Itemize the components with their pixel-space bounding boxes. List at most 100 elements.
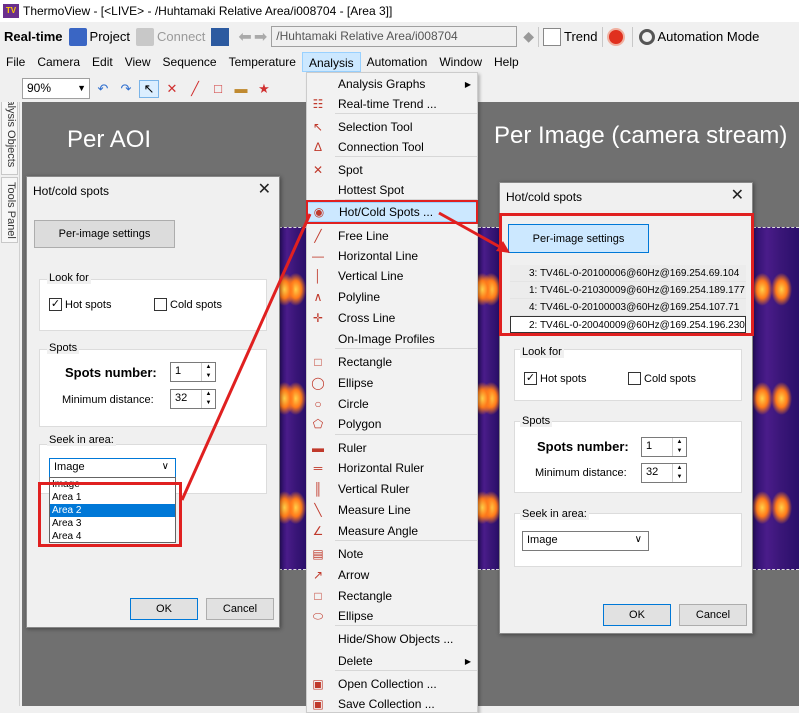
cold-spots-label: Cold spots: [644, 372, 696, 385]
zoom-select[interactable]: 90% ▼: [22, 78, 90, 99]
analysis-menu-item[interactable]: ╱ Free Line: [307, 226, 477, 246]
analysis-menu-item[interactable]: Hottest Spot: [307, 180, 477, 200]
spots-group-label: Spots: [47, 342, 80, 354]
stepper-arrows-icon[interactable]: ▲ ▼: [672, 464, 686, 482]
submenu-arrow-icon: ▶: [464, 79, 471, 89]
analysis-menu-item-label: Polyline: [338, 290, 381, 304]
analysis-menu-item[interactable]: ▣ Save Collection ...: [307, 694, 477, 713]
menu-view[interactable]: View: [119, 52, 157, 72]
menu-sequence[interactable]: Sequence: [157, 52, 223, 72]
analysis-menu-item[interactable]: — Horizontal Line: [307, 246, 477, 266]
menu-edit[interactable]: Edit: [86, 52, 119, 72]
rectangle-tool-icon[interactable]: □: [208, 80, 228, 98]
menu-file[interactable]: File: [0, 52, 31, 72]
spots-number-stepper[interactable]: 1 ▲ ▼: [641, 437, 687, 457]
hot-spots-checkbox[interactable]: ✓ Hot spots: [49, 298, 111, 311]
analysis-menu-item[interactable]: ∧ Polyline: [307, 287, 477, 307]
menu-temperature[interactable]: Temperature: [223, 52, 302, 72]
hot-spots-checkbox[interactable]: ✓ Hot spots: [524, 372, 586, 385]
window-title: ThermoView - [<LIVE> - /Huhtamaki Relati…: [23, 4, 393, 18]
per-image-settings-button[interactable]: Per-image settings: [34, 220, 175, 248]
highlight-box-menu-item: [306, 200, 478, 224]
look-for-label: Look for: [520, 346, 564, 358]
analysis-menu-item[interactable]: ╲ Measure Line: [307, 500, 477, 520]
analysis-menu-item[interactable]: ☷ Real-time Trend ...: [307, 94, 477, 114]
menu-automation[interactable]: Automation: [361, 52, 434, 72]
vertical-ruler-icon: ║: [313, 482, 323, 496]
line-tool-icon[interactable]: ╱: [185, 80, 205, 98]
analysis-menu-item[interactable]: Hide/Show Objects ...: [307, 629, 477, 649]
analysis-menu-item[interactable]: ═ Horizontal Ruler: [307, 458, 477, 478]
rectangle-outline-icon: □: [314, 589, 322, 603]
menu-camera[interactable]: Camera: [31, 52, 86, 72]
analysis-menu: Analysis Graphs ▶ ☷ Real-time Trend ... ↖ Sel…: [306, 72, 478, 713]
analysis-menu-item[interactable]: ⬭ Ellipse: [307, 606, 477, 626]
analysis-menu-item[interactable]: ○ Circle: [307, 394, 477, 414]
cancel-button[interactable]: Cancel: [679, 604, 747, 626]
spots-number-value: 1: [175, 365, 182, 377]
analysis-menu-item[interactable]: Δ Connection Tool: [307, 137, 477, 157]
cold-spots-checkbox[interactable]: Cold spots: [628, 372, 696, 385]
tools-panel-tab[interactable]: Tools Panel: [1, 177, 18, 243]
undo-icon[interactable]: ↶: [93, 80, 113, 98]
project-button[interactable]: Project: [68, 27, 130, 46]
ok-button[interactable]: OK: [603, 604, 671, 626]
path-field[interactable]: /Huhtamaki Relative Area/i008704: [271, 26, 518, 47]
menu-window[interactable]: Window: [433, 52, 488, 72]
analysis-menu-item[interactable]: ✛ Cross Line: [307, 308, 477, 328]
seek-area-select[interactable]: Image ∨: [49, 458, 176, 478]
analysis-menu-item[interactable]: ▬ Ruler: [307, 438, 477, 458]
hot-spots-label: Hot spots: [65, 298, 112, 311]
ruler-tool-icon[interactable]: ▬: [231, 80, 251, 98]
connect-label: Connect: [157, 29, 206, 44]
pin-tool-icon[interactable]: ★: [254, 80, 274, 98]
min-distance-stepper[interactable]: 32 ▲ ▼: [170, 389, 216, 409]
ok-button[interactable]: OK: [130, 598, 198, 620]
back-arrow-icon[interactable]: ⬅: [238, 27, 251, 47]
spots-number-stepper[interactable]: 1 ▲ ▼: [170, 362, 216, 382]
automation-mode-button[interactable]: Automation Mode: [638, 28, 760, 45]
analysis-menu-item[interactable]: On-Image Profiles: [307, 329, 477, 349]
stepper-arrows-icon[interactable]: ▲ ▼: [672, 438, 686, 456]
record-icon[interactable]: [606, 27, 625, 46]
analysis-menu-item[interactable]: ▣ Open Collection ...: [307, 674, 477, 694]
seek-area-select[interactable]: Image ∨: [522, 531, 649, 551]
menu-analysis[interactable]: Analysis: [301, 51, 361, 72]
stepper-arrows-icon[interactable]: ▲ ▼: [201, 390, 215, 408]
analysis-menu-item[interactable]: ║ Vertical Ruler: [307, 479, 477, 499]
analysis-menu-item[interactable]: ▤ Note: [307, 544, 477, 564]
save-collection-icon: ▣: [312, 697, 324, 711]
analysis-menu-item[interactable]: ⬠ Polygon: [307, 414, 477, 434]
analysis-menu-item[interactable]: ✕ Spot: [307, 160, 477, 180]
connect-button[interactable]: Connect: [136, 27, 206, 46]
analysis-menu-item-label: Circle: [338, 397, 369, 411]
stepper-arrows-icon[interactable]: ▲ ▼: [201, 363, 215, 381]
cancel-button[interactable]: Cancel: [206, 598, 274, 620]
spot-tool-icon[interactable]: ✕: [162, 80, 182, 98]
trend-button[interactable]: Trend: [543, 27, 598, 46]
automation-mode-label: Automation Mode: [657, 29, 760, 44]
analysis-menu-item[interactable]: Delete ▶: [307, 651, 477, 671]
analysis-menu-item[interactable]: ◯ Ellipse: [307, 373, 477, 393]
cold-spots-checkbox[interactable]: Cold spots: [154, 298, 222, 311]
analysis-menu-item[interactable]: │ Vertical Line: [307, 266, 477, 286]
analysis-menu-item[interactable]: Analysis Graphs ▶: [307, 74, 477, 94]
realtime-button[interactable]: Real-time: [4, 29, 63, 44]
navigate-icon[interactable]: ◆: [523, 28, 534, 45]
menu-help[interactable]: Help: [488, 52, 525, 72]
close-icon[interactable]: ✕: [731, 185, 744, 205]
close-icon[interactable]: ✕: [258, 179, 271, 199]
min-distance-stepper[interactable]: 32 ▲ ▼: [641, 463, 687, 483]
analysis-menu-item[interactable]: ↖ Selection Tool: [307, 117, 477, 137]
min-distance-label: Minimum distance:: [62, 394, 154, 406]
analysis-menu-item[interactable]: □ Rectangle: [307, 352, 477, 372]
submenu-arrow-icon: ▶: [464, 656, 471, 666]
analysis-menu-item-label: Analysis Graphs: [338, 77, 426, 91]
save-icon[interactable]: [211, 27, 230, 46]
selection-tool-icon[interactable]: ↖: [139, 79, 159, 98]
analysis-menu-item[interactable]: ↗ Arrow: [307, 565, 477, 585]
analysis-menu-item[interactable]: ∠ Measure Angle: [307, 521, 477, 541]
analysis-menu-item[interactable]: □ Rectangle: [307, 586, 477, 606]
redo-icon[interactable]: ↷: [116, 80, 136, 98]
forward-arrow-icon[interactable]: ➡: [254, 27, 267, 47]
